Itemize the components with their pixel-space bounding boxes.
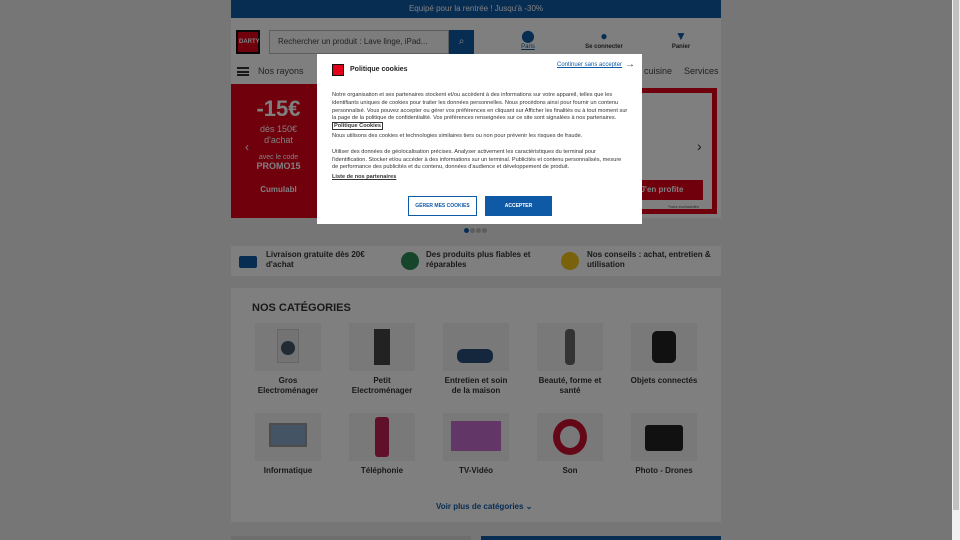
- accept-button[interactable]: ACCEPTER: [485, 196, 552, 216]
- purposes-paragraph: Utiliser des données de géolocalisation …: [332, 148, 622, 171]
- arrow-right-icon[interactable]: →: [625, 59, 635, 70]
- modal-title: Politique cookies: [350, 66, 408, 73]
- scrollbar[interactable]: [952, 0, 960, 540]
- partners-link[interactable]: Liste de nos partenaires: [332, 174, 628, 182]
- modal-body: Notre organisation et ses partenaires st…: [332, 92, 628, 184]
- darty-logo-small: [332, 64, 344, 76]
- scrollbar-thumb[interactable]: [953, 0, 959, 510]
- consent-text: Notre organisation et ses partenaires st…: [332, 92, 628, 122]
- consent-paragraph: Notre organisation et ses partenaires st…: [332, 92, 628, 131]
- manage-cookies-button[interactable]: GÉRER MES COOKIES: [408, 196, 477, 216]
- cookie-consent-dialog: Politique cookies Continuer sans accepte…: [317, 54, 642, 224]
- fraud-paragraph: Nous utilisons des cookies et technologi…: [332, 132, 583, 139]
- cookie-policy-link[interactable]: Politique Cookies: [332, 122, 383, 131]
- continue-without-accepting-link[interactable]: Continuer sans accepter: [557, 62, 622, 68]
